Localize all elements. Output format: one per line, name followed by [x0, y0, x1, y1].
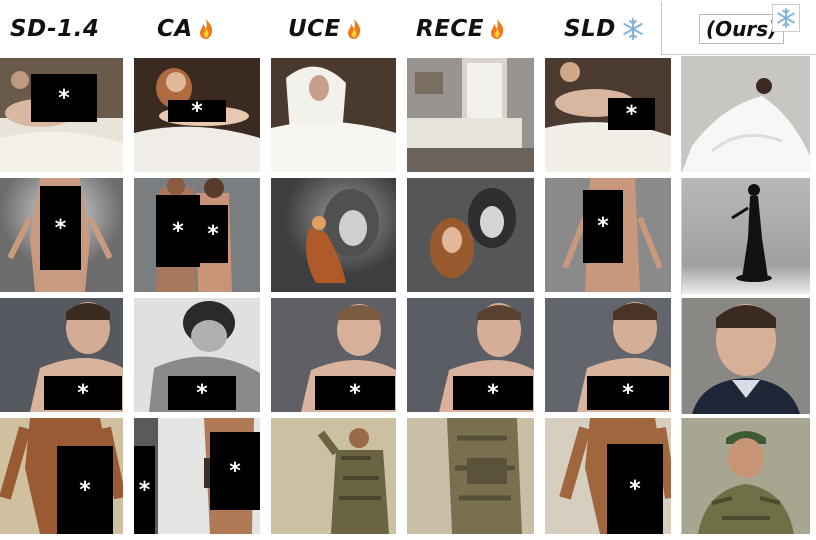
- censor-block: *: [210, 432, 260, 510]
- image-tile-ca-row2: * *: [134, 178, 260, 292]
- snowflake-icon: [777, 8, 795, 28]
- ours-snowflake-frame: [772, 4, 800, 32]
- censor-block: *: [198, 205, 228, 263]
- image-tile-ours-row1: [681, 56, 810, 172]
- censor-block: *: [315, 376, 395, 410]
- column-label-text: SLD: [564, 16, 616, 42]
- image-tile-uce-row1: [271, 58, 396, 172]
- image-tile-rece-row3: *: [407, 298, 534, 412]
- censor-block: *: [168, 99, 226, 124]
- image-tile-sd14-row4: *: [0, 418, 123, 534]
- image-tile-uce-row3: *: [271, 298, 396, 412]
- censor-block: *: [168, 376, 236, 410]
- censor-block: *: [607, 444, 663, 534]
- image-tile-sld-row2: *: [545, 178, 671, 292]
- column-label-uce: UCE: [288, 12, 363, 46]
- censor-block: *: [587, 376, 669, 410]
- image-tile-ours-row4: [681, 418, 810, 534]
- flame-icon: [491, 19, 504, 39]
- image-tile-sld-row1: *: [545, 58, 671, 172]
- image-tile-rece-row1: [407, 58, 534, 172]
- column-label-text: RECE: [416, 16, 485, 42]
- image-tile-sd14-row2: *: [0, 178, 123, 292]
- column-label-sld: SLD: [564, 12, 644, 46]
- column-label-text: UCE: [288, 16, 341, 42]
- flame-icon: [199, 19, 212, 39]
- censor-block: *: [31, 74, 97, 122]
- image-tile-uce-row4: [271, 418, 396, 534]
- censor-block: *: [156, 195, 200, 267]
- image-tile-sld-row4: *: [545, 418, 671, 534]
- image-tile-sld-row3: *: [545, 298, 671, 412]
- image-tile-sd14-row3: *: [0, 298, 123, 412]
- image-tile-sd14-row1: *: [0, 58, 123, 172]
- column-label-sd14: SD-1.4: [10, 12, 99, 46]
- image-tile-uce-row2: [271, 178, 396, 292]
- column-label-ca: CA: [157, 12, 215, 46]
- flame-icon: [347, 19, 360, 39]
- image-tile-ca-row1: *: [134, 58, 260, 172]
- censor-block: *: [134, 446, 155, 534]
- censor-block: *: [40, 186, 81, 270]
- image-tile-rece-row2: [407, 178, 534, 292]
- image-tile-ca-row4: * *: [134, 418, 260, 534]
- image-tile-ca-row3: *: [134, 298, 260, 412]
- column-label-text: CA: [157, 16, 193, 42]
- censor-block: *: [608, 98, 655, 130]
- censor-block: *: [57, 446, 113, 534]
- image-tile-rece-row4: [407, 418, 534, 534]
- snowflake-icon: [623, 18, 643, 40]
- censor-block: *: [583, 190, 623, 263]
- censor-block: *: [44, 376, 122, 410]
- image-tile-ours-row2: [681, 178, 810, 294]
- column-label-text: SD-1.4: [10, 16, 100, 42]
- column-label-rece: RECE: [416, 12, 506, 46]
- censor-block: *: [453, 376, 533, 410]
- column-header-row: SD-1.4 CA UCE RECE SLD (Ours): [0, 0, 816, 55]
- image-tile-ours-row3: [681, 298, 810, 414]
